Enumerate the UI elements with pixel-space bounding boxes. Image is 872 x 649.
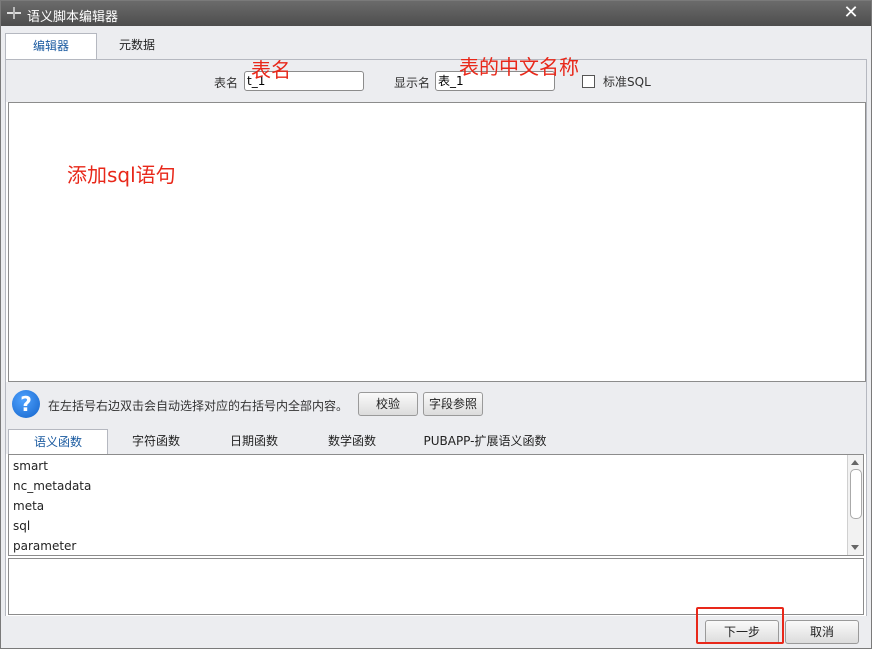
tab-semantic-functions[interactable]: 语义函数: [8, 429, 108, 456]
list-item[interactable]: nc_metadata: [13, 479, 91, 493]
hint-text: 在左括号右边双击会自动选择对应的右括号内全部内容。: [48, 399, 349, 413]
dialog-window: 语义脚本编辑器 ✕ 编辑器 元数据 表名 显示名 标准SQL 表名 表的中文名称…: [0, 0, 872, 649]
annotation-highlight-box: [696, 607, 784, 644]
verify-button[interactable]: 校验: [358, 392, 418, 416]
annotation-chinese-name: 表的中文名称: [459, 55, 579, 79]
script-app-icon: [7, 7, 21, 19]
scroll-down-icon[interactable]: [851, 545, 859, 550]
scroll-up-icon[interactable]: [851, 460, 859, 465]
display-name-label: 显示名: [394, 76, 431, 90]
annotation-table-name: 表名: [251, 58, 291, 82]
table-form-row: 表名 显示名 标准SQL 表名 表的中文名称: [6, 55, 866, 102]
hint-row: ? 在左括号右边双击会自动选择对应的右括号内全部内容。 校验 字段参照: [6, 382, 866, 424]
help-icon: ?: [12, 390, 40, 418]
window-title: 语义脚本编辑器: [27, 10, 119, 25]
function-list: smart nc_metadata meta sql parameter: [8, 454, 864, 556]
cancel-button[interactable]: 取消: [785, 620, 859, 644]
list-item[interactable]: meta: [13, 499, 44, 513]
table-name-label: 表名: [214, 76, 239, 90]
tab-pubapp-functions[interactable]: PUBAPP-扩展语义函数: [400, 429, 570, 454]
scroll-thumb[interactable]: [850, 469, 862, 519]
tab-metadata[interactable]: 元数据: [97, 33, 177, 58]
tab-math-functions[interactable]: 数学函数: [302, 429, 402, 454]
standard-sql-label: 标准SQL: [603, 75, 651, 89]
tab-string-functions[interactable]: 字符函数: [106, 429, 206, 454]
field-reference-button[interactable]: 字段参照: [423, 392, 483, 416]
list-scrollbar[interactable]: [847, 455, 863, 555]
tab-date-functions[interactable]: 日期函数: [204, 429, 304, 454]
annotation-add-sql: 添加sql语句: [67, 163, 176, 187]
title-bar[interactable]: 语义脚本编辑器 ✕: [1, 1, 871, 26]
close-icon[interactable]: ✕: [839, 2, 863, 24]
standard-sql-checkbox[interactable]: [582, 75, 595, 88]
editor-panel: 表名 显示名 标准SQL 表名 表的中文名称 添加sql语句 ? 在左括号右边双…: [5, 55, 867, 617]
list-item[interactable]: parameter: [13, 539, 76, 553]
tab-editor[interactable]: 编辑器: [5, 33, 97, 60]
function-tabs: 语义函数 字符函数 日期函数 数学函数 PUBAPP-扩展语义函数: [6, 424, 866, 456]
sql-editor[interactable]: 添加sql语句: [8, 102, 866, 382]
list-item[interactable]: smart: [13, 459, 48, 473]
list-item[interactable]: sql: [13, 519, 30, 533]
